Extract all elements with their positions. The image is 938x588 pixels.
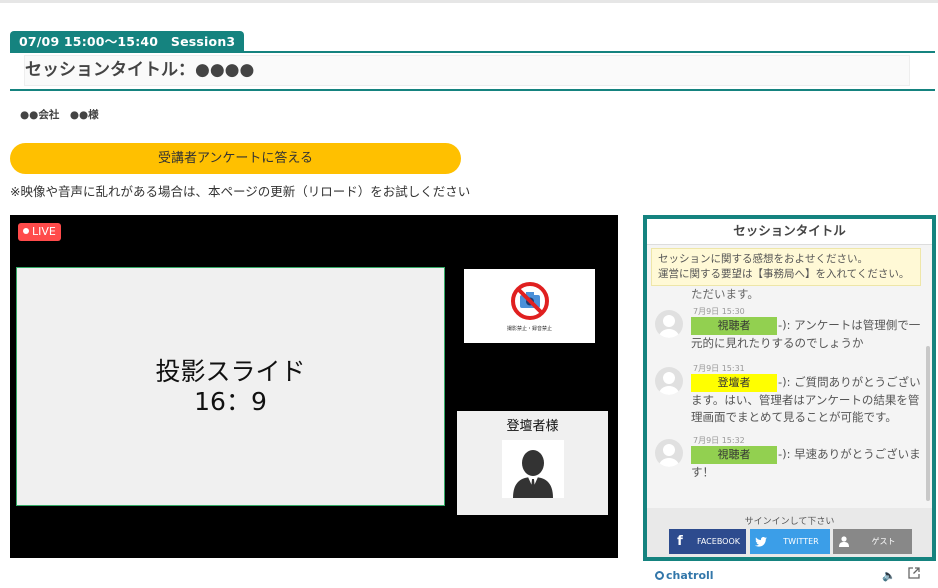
top-border [0,0,938,3]
facebook-label: FACEBOOK [696,537,741,546]
message-time: 7月9日 15:30 [693,307,745,316]
twitter-label: TWITTER [783,537,819,546]
slide-line1: 投影スライド [155,356,306,386]
page-title: セッションタイトル：●●●● [24,55,910,86]
no-photo-sign: 撮影禁止・録音禁止 [464,269,595,343]
twitter-signin-button[interactable]: TWITTER [750,529,830,554]
role-badge: 登壇者 [691,374,777,392]
message-time: 7月9日 15:31 [693,364,745,373]
message-time: 7月9日 15:32 [693,436,745,445]
chatroll-icon [655,571,664,580]
session-tag: 07/09 15:00～15:40 Session3 [10,31,245,52]
reload-notice: ※映像や音声に乱れがある場合は、本ページの更新（リロード）をお試しください [10,184,471,199]
user-avatar [655,367,683,395]
role-badge: 視聴者 [691,446,777,464]
facebook-icon: f [677,534,683,549]
chat-scrollbar[interactable] [926,346,930,501]
message-text: 登壇者 -): ご質問ありがとうございます。はい、管理者はアンケートの結果を管理画… [691,374,923,426]
survey-button[interactable]: 受講者アンケートに答える [10,143,461,174]
chat-panel: セッションタイトル セッションに関する感想をおよせください。 運営に関する要望は… [643,215,936,561]
live-dot-icon [23,228,29,234]
chat-messages[interactable]: ただいます。 7月9日 15:30 視聴者 -): アンケートは管理側で一元的に見… [647,286,923,506]
live-badge: LIVE [18,223,61,241]
no-photo-caption: 撮影禁止・録音禁止 [506,325,552,332]
message-text: 視聴者 -): アンケートは管理側で一元的に見れたりするのでしょうか [691,317,923,352]
chat-title: セッションタイトル [647,219,932,245]
no-camera-icon [510,281,549,320]
speaker-avatar [501,440,564,498]
guest-label: ゲスト [871,537,896,546]
message-text: 視聴者 -): 早速ありがとうございます！ [691,446,923,481]
title-box: セッションタイトル：●●●● [10,51,935,91]
speaker-name: 登壇者様 [506,419,559,434]
popout-icon[interactable] [908,567,920,582]
speaker-icon[interactable]: 🔈 [882,569,896,582]
facebook-signin-button[interactable]: f FACEBOOK [669,529,746,554]
speaker-panel: 登壇者様 [457,411,608,515]
twitter-icon [750,529,772,554]
live-label: LIVE [32,225,56,238]
person-icon [512,450,553,498]
chat-notice-line2: 運営に関する要望は【事務局へ】を入れてください。 [658,268,910,280]
guest-signin-button[interactable]: ゲスト [833,529,912,554]
role-badge: 視聴者 [691,317,777,335]
chatroll-brand: chatroll [666,569,714,582]
user-icon [833,529,855,554]
signin-area: サインインして下さい f FACEBOOK TWITTER ゲスト [647,508,932,557]
video-player[interactable]: LIVE 投影スライド 16：9 撮影禁止・録音禁止 登壇者様 [10,215,618,558]
chatroll-logo[interactable]: chatroll [655,569,714,582]
user-avatar [655,310,683,338]
user-avatar [655,439,683,467]
chat-notice: セッションに関する感想をおよせください。 運営に関する要望は【事務局へ】を入れて… [651,248,921,286]
company-label: ●●会社 ●●様 [20,109,99,121]
page-title-text: セッションタイトル：●●●● [25,60,255,80]
signin-label: サインインして下さい [744,517,835,527]
presentation-slide: 投影スライド 16：9 [16,267,445,506]
chat-notice-line1: セッションに関する感想をおよせください。 [658,253,868,265]
slide-line2: 16：9 [194,386,267,416]
previous-message-fragment: ただいます。 [691,287,759,301]
